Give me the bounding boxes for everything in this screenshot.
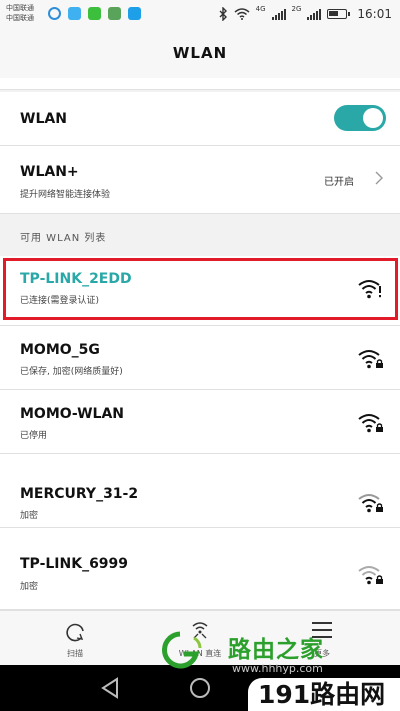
clock: 16:01 — [357, 7, 392, 21]
chart-app-icon — [108, 7, 121, 20]
network-type-2: 2G — [291, 5, 302, 13]
network-status: 已保存, 加密(网络质量好) — [20, 367, 123, 377]
section-header: 可用 WLAN 列表 — [0, 214, 400, 256]
wlan-toggle-switch[interactable] — [334, 105, 386, 131]
watermark-logo — [162, 631, 202, 669]
wechat-app-icon — [88, 7, 101, 20]
network-row[interactable]: TP-LINK_6999 加密 — [0, 528, 400, 610]
network-row[interactable]: MOMO_5G 已保存, 加密(网络质量好) — [0, 326, 400, 390]
mail-app-icon — [68, 7, 81, 20]
partial-row — [0, 78, 400, 90]
site-badge: 191路由网 — [248, 678, 400, 711]
wlan-toggle-row[interactable]: WLAN — [0, 92, 400, 146]
network-status: 加密 — [20, 582, 39, 592]
network-type-1: 4G — [255, 5, 266, 13]
signal-1-icon — [271, 8, 286, 20]
wifi-lock-icon — [358, 350, 383, 369]
wifi-status-icon — [234, 8, 250, 20]
battery-icon — [327, 9, 351, 19]
section-header-label: 可用 WLAN 列表 — [20, 233, 107, 244]
image-app-icon — [128, 7, 141, 20]
wifi-lock-icon — [358, 494, 383, 513]
network-status: 已停用 — [20, 431, 48, 441]
refresh-icon — [66, 623, 84, 642]
watermark-url: www.hhhyp.com — [232, 662, 323, 675]
status-bar: 中国联通 中国联通 4G 2G 16:01 — [0, 0, 400, 28]
carrier-2: 中国联通 — [6, 14, 34, 22]
wlan-plus-value: 已开启 — [324, 177, 354, 188]
bluetooth-icon — [219, 7, 227, 21]
signal-2-icon — [307, 8, 322, 20]
network-ssid: MOMO_5G — [20, 342, 100, 358]
wifi-lock-icon — [358, 566, 383, 585]
network-ssid: MERCURY_31-2 — [20, 486, 139, 502]
wlan-plus-label: WLAN+ — [20, 164, 79, 180]
network-ssid: MOMO-WLAN — [20, 406, 125, 422]
network-row[interactable]: MOMO-WLAN 已停用 — [0, 390, 400, 454]
network-row[interactable]: MERCURY_31-2 加密 — [0, 454, 400, 528]
scan-button[interactable]: 扫描 — [15, 611, 135, 666]
wlan-plus-subtitle: 提升网络智能连接体验 — [20, 190, 111, 200]
chevron-right-icon — [375, 171, 383, 185]
home-icon[interactable] — [185, 674, 215, 702]
wlan-toggle-label: WLAN — [20, 111, 67, 127]
carrier-1: 中国联通 — [6, 4, 34, 12]
browser-app-icon — [48, 7, 61, 20]
network-status: 加密 — [20, 511, 39, 521]
toggle-knob — [363, 108, 383, 128]
wlan-plus-row[interactable]: WLAN+ 提升网络智能连接体验 已开启 — [0, 146, 400, 214]
watermark-text: 路由之家 — [228, 637, 324, 663]
wifi-lock-icon — [358, 414, 383, 433]
status-indicators: 4G 2G 16:01 — [219, 5, 392, 23]
network-ssid: TP-LINK_6999 — [20, 556, 129, 572]
back-icon[interactable] — [95, 674, 125, 702]
scan-label: 扫描 — [67, 649, 83, 658]
page-title: WLAN — [0, 28, 400, 78]
highlight-box — [3, 258, 398, 320]
